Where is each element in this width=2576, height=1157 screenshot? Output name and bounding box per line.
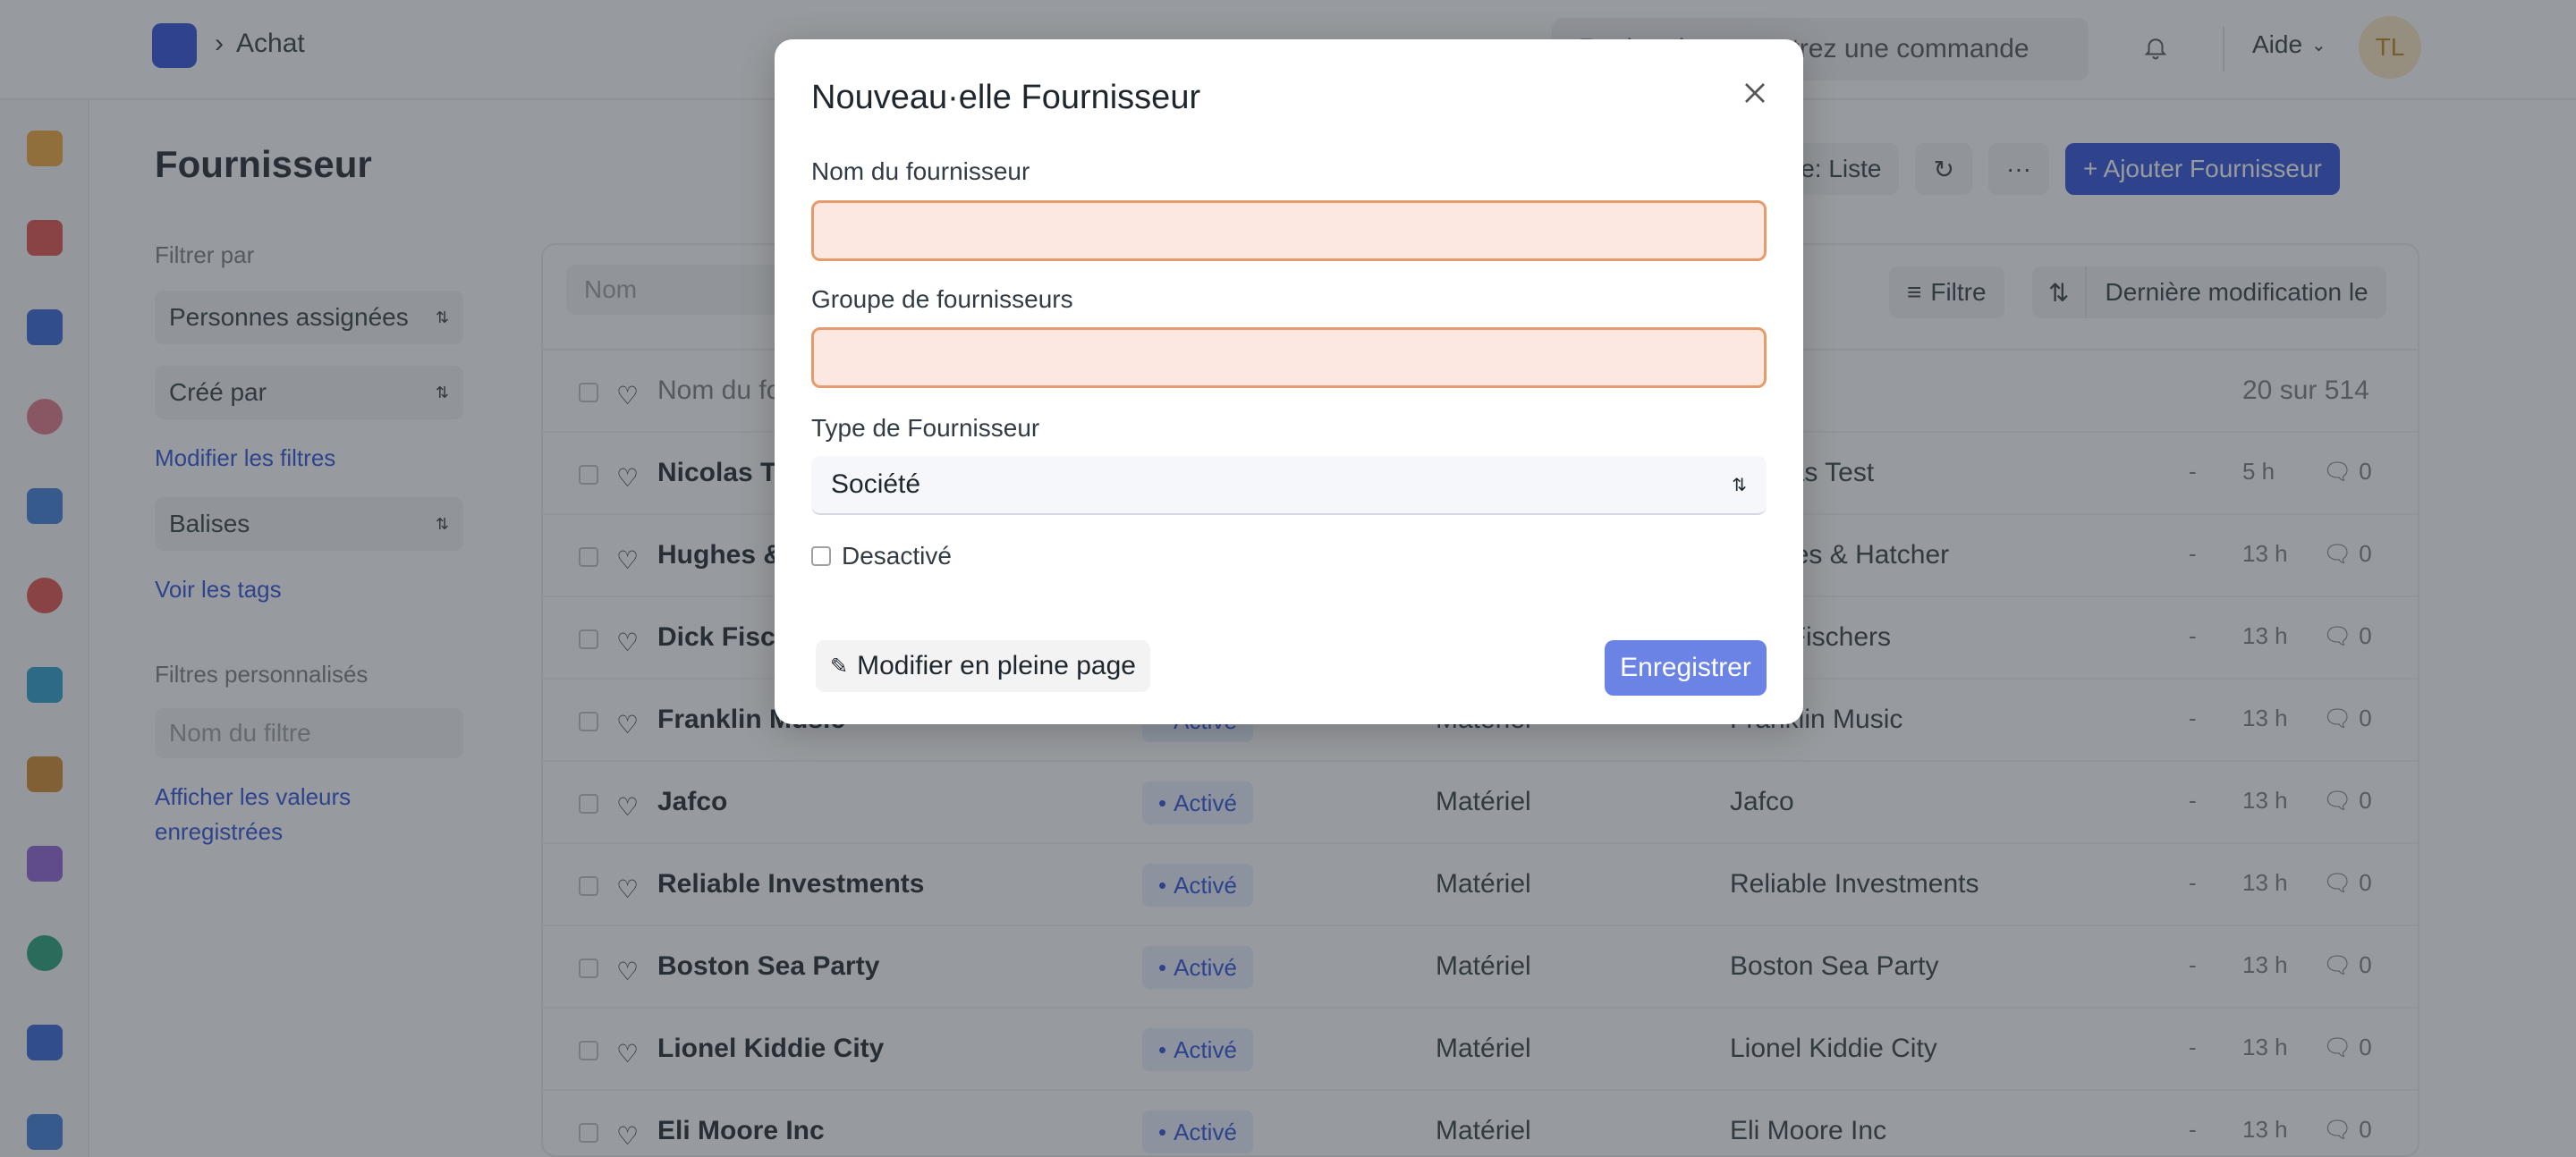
supplier-type-label: Type de Fournisseur xyxy=(811,414,1040,442)
edit-full-page-label: Modifier en pleine page xyxy=(857,651,1136,680)
dialog-title: Nouveau·elle Fournisseur xyxy=(811,79,1201,116)
supplier-type-select[interactable]: Société ⇅ xyxy=(811,456,1767,515)
save-label: Enregistrer xyxy=(1620,653,1751,682)
select-arrows-icon: ⇅ xyxy=(1732,475,1747,495)
disabled-checkbox[interactable]: Desactivé xyxy=(811,542,952,570)
supplier-group-input[interactable] xyxy=(811,327,1767,388)
disabled-label: Desactivé xyxy=(842,542,952,570)
pencil-icon: ✎ xyxy=(830,654,849,679)
checkbox-box[interactable] xyxy=(811,546,831,566)
new-supplier-dialog: Nouveau·elle Fournisseur Nom du fourniss… xyxy=(775,39,1803,724)
supplier-name-input[interactable] xyxy=(811,200,1767,261)
save-button[interactable]: Enregistrer xyxy=(1605,640,1767,696)
supplier-group-label: Groupe de fournisseurs xyxy=(811,285,1073,313)
supplier-name-label: Nom du fournisseur xyxy=(811,157,1030,185)
supplier-type-value: Société xyxy=(831,469,921,499)
close-icon[interactable] xyxy=(1737,75,1773,111)
edit-full-page-button[interactable]: ✎ Modifier en pleine page xyxy=(816,640,1150,692)
